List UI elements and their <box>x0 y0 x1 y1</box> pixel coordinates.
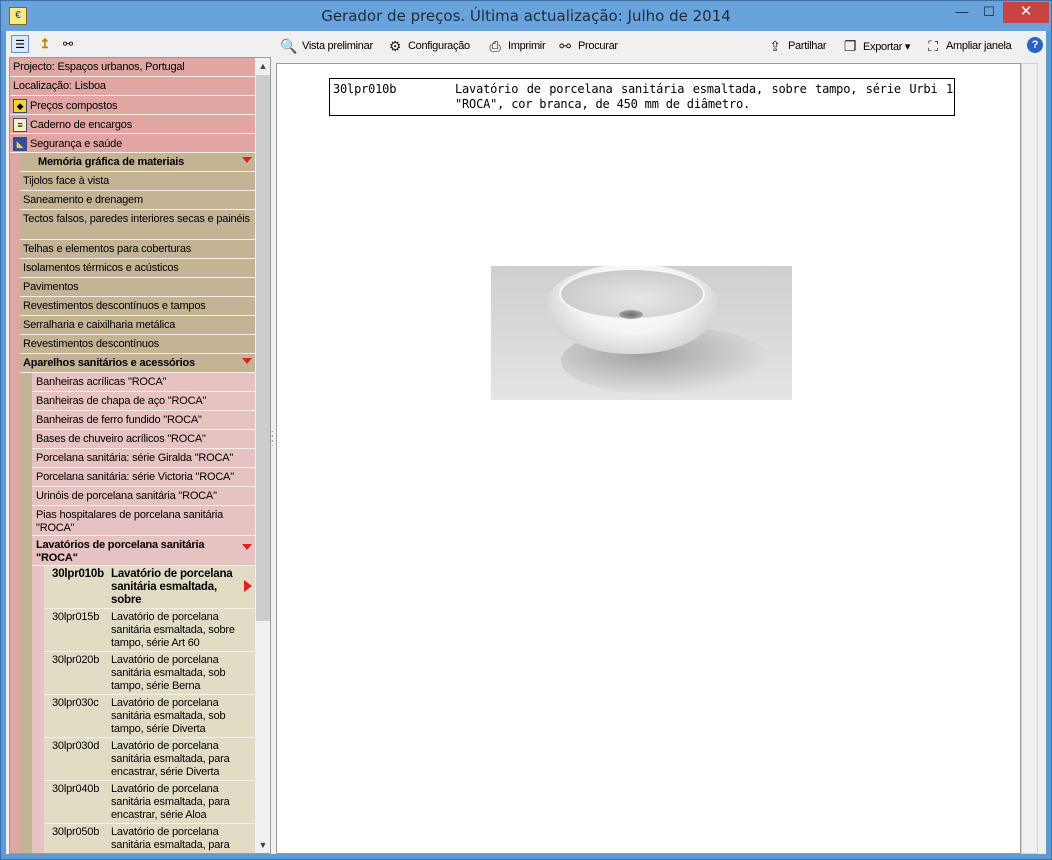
tree-category[interactable]: Isolamentos térmicos e acústicos <box>20 259 255 278</box>
panel-splitter[interactable]: ::: <box>271 429 275 451</box>
list-view-icon[interactable]: ☰ <box>11 35 29 53</box>
tree-category-sanitary[interactable]: Aparelhos sanitários e acessórios <box>20 354 255 373</box>
scroll-down-arrow-icon[interactable]: ▼ <box>255 837 270 853</box>
price-tree: Projecto: Espaços urbanos, Portugal Loca… <box>9 57 271 854</box>
tree-subcategory[interactable]: Urinóis de porcelana sanitária "ROCA" <box>32 487 255 506</box>
tree-item[interactable]: 30lpr020b Lavatório de porcelana sanitár… <box>44 652 255 695</box>
application-window: € Gerador de preços. Última actualização… <box>0 0 1052 860</box>
collapse-arrow-icon[interactable] <box>242 544 252 550</box>
preview-label: Vista preliminar <box>302 40 373 52</box>
configuration-button[interactable]: ⚙ Configuração <box>386 36 470 56</box>
share-button[interactable]: ⇪ Partilhar <box>766 36 826 56</box>
folder-up-icon[interactable]: ↥ <box>36 35 54 53</box>
tree-category[interactable]: Saneamento e drenagem <box>20 191 255 210</box>
tree-subcategory[interactable]: Banheiras de chapa de aço "ROCA" <box>32 392 255 411</box>
composite-prices-icon: ◆ <box>13 99 27 113</box>
minimize-button[interactable]: — <box>948 2 976 23</box>
preview-button[interactable]: 🔍 Vista preliminar <box>280 36 373 56</box>
tree-category[interactable]: Revestimentos descontínuos e tampos <box>20 297 255 316</box>
tree-category[interactable]: Serralharia e caixilharia metálica <box>20 316 255 335</box>
tree-subcategory[interactable]: Pias hospitalares de porcelana sanitária… <box>32 506 255 536</box>
export-button[interactable]: ❐ Exportar ▾ <box>841 36 911 56</box>
tree-subcategory-washbasins[interactable]: Lavatórios de porcelana sanitária "ROCA" <box>32 536 255 566</box>
tree-category[interactable]: Revestimentos descontínuos <box>20 335 255 354</box>
print-label: Imprimir <box>508 40 546 52</box>
window-title: Gerador de preços. Última actualização: … <box>321 7 731 25</box>
collapse-arrow-icon[interactable] <box>242 157 252 163</box>
expand-window-label: Ampliar janela <box>946 40 1012 52</box>
tree-item[interactable]: 30lpr030d Lavatório de porcelana sanitár… <box>44 738 255 781</box>
print-button[interactable]: ⎙ Imprimir <box>486 36 546 56</box>
printer-icon: ⎙ <box>489 38 501 54</box>
tree-composite-prices[interactable]: ◆ Preços compostos <box>10 96 255 115</box>
product-image <box>491 266 792 400</box>
tree-subcategory[interactable]: Banheiras de ferro fundido "ROCA" <box>32 411 255 430</box>
scroll-thumb[interactable] <box>256 75 270 621</box>
tree-section-materials[interactable]: Memória gráfica de materiais <box>20 153 255 172</box>
tree-indent-0 <box>10 153 20 853</box>
specifications-icon: ≡ <box>13 118 27 132</box>
export-label: Exportar ▾ <box>863 40 911 53</box>
washbasin-drain <box>619 310 643 319</box>
tree-subcategory[interactable]: Banheiras acrílicas "ROCA" <box>32 373 255 392</box>
item-description: Lavatório de porcelana sanitária esmalta… <box>455 82 953 111</box>
help-icon[interactable]: ? <box>1027 37 1043 53</box>
tree-category[interactable]: Pavimentos <box>20 278 255 297</box>
client-area: ☰ ↥ ⚯ 🔍 Vista preliminar ⚙ Configuração … <box>6 31 1046 854</box>
tree-subcategory[interactable]: Porcelana sanitária: série Giralda "ROCA… <box>32 449 255 468</box>
tree-item[interactable]: 30lpr050b Lavatório de porcelana sanitár… <box>44 824 255 853</box>
expand-window-icon: ⛶ <box>928 38 938 54</box>
item-code: 30lpr010b <box>333 82 397 96</box>
tree-project[interactable]: Projecto: Espaços urbanos, Portugal <box>10 58 255 77</box>
main-toolbar: 🔍 Vista preliminar ⚙ Configuração ⎙ Impr… <box>276 31 1046 61</box>
tree-item[interactable]: 30lpr015b Lavatório de porcelana sanitár… <box>44 609 255 652</box>
search-label: Procurar <box>578 40 618 52</box>
share-label: Partilhar <box>788 40 827 52</box>
search-button[interactable]: ⚯ Procurar <box>556 36 618 56</box>
tree-subcategory[interactable]: Porcelana sanitária: série Victoria "ROC… <box>32 468 255 487</box>
tree-scrollbar[interactable]: ▲ ▼ <box>255 58 270 853</box>
maximize-button[interactable]: ☐ <box>976 2 1002 23</box>
content-scrollbar[interactable] <box>1021 63 1038 854</box>
safety-icon: ◣ <box>13 137 27 151</box>
binoculars-icon: ⚯ <box>559 38 571 54</box>
tree-item[interactable]: 30lpr040b Lavatório de porcelana sanitár… <box>44 781 255 824</box>
tree-category[interactable]: Telhas e elementos para coberturas <box>20 240 255 259</box>
collapse-arrow-icon[interactable] <box>242 358 252 364</box>
content-pane: 30lpr010b Lavatório de porcelana sanitár… <box>276 63 1021 854</box>
tree-location[interactable]: Localização: Lisboa <box>10 77 255 96</box>
configuration-label: Configuração <box>408 40 470 52</box>
tree-toolbar: ☰ ↥ ⚯ <box>6 31 271 57</box>
tree-subcategory[interactable]: Bases de chuveiro acrílicos "ROCA" <box>32 430 255 449</box>
gear-icon: ⚙ <box>388 38 402 54</box>
tree-indent-1 <box>20 373 32 853</box>
tree-category[interactable]: Tijolos face à vista <box>20 172 255 191</box>
selected-arrow-icon <box>244 580 252 592</box>
export-document-icon: ❐ <box>843 38 857 54</box>
expand-window-button[interactable]: ⛶ Ampliar janela <box>924 36 1012 56</box>
close-button[interactable]: ✕ <box>1003 2 1049 23</box>
tree-item-selected[interactable]: 30lpr010b Lavatório de porcelana sanitár… <box>44 566 255 609</box>
tree-category[interactable]: Tectos falsos, paredes interiores secas … <box>20 210 255 240</box>
title-bar[interactable]: € Gerador de preços. Última actualização… <box>1 1 1051 31</box>
tree-specifications[interactable]: ≡ Caderno de encargos <box>10 115 255 134</box>
magnifier-page-icon: 🔍 <box>280 38 298 54</box>
item-description-box: 30lpr010b Lavatório de porcelana sanitár… <box>329 78 955 116</box>
scroll-up-arrow-icon[interactable]: ▲ <box>255 58 270 74</box>
share-icon: ⇪ <box>769 38 781 54</box>
tree-item[interactable]: 30lpr030c Lavatório de porcelana sanitár… <box>44 695 255 738</box>
binoculars-icon[interactable]: ⚯ <box>59 35 77 53</box>
tree-safety[interactable]: ◣ Segurança e saúde <box>10 134 255 153</box>
tree-indent-2 <box>32 566 44 853</box>
